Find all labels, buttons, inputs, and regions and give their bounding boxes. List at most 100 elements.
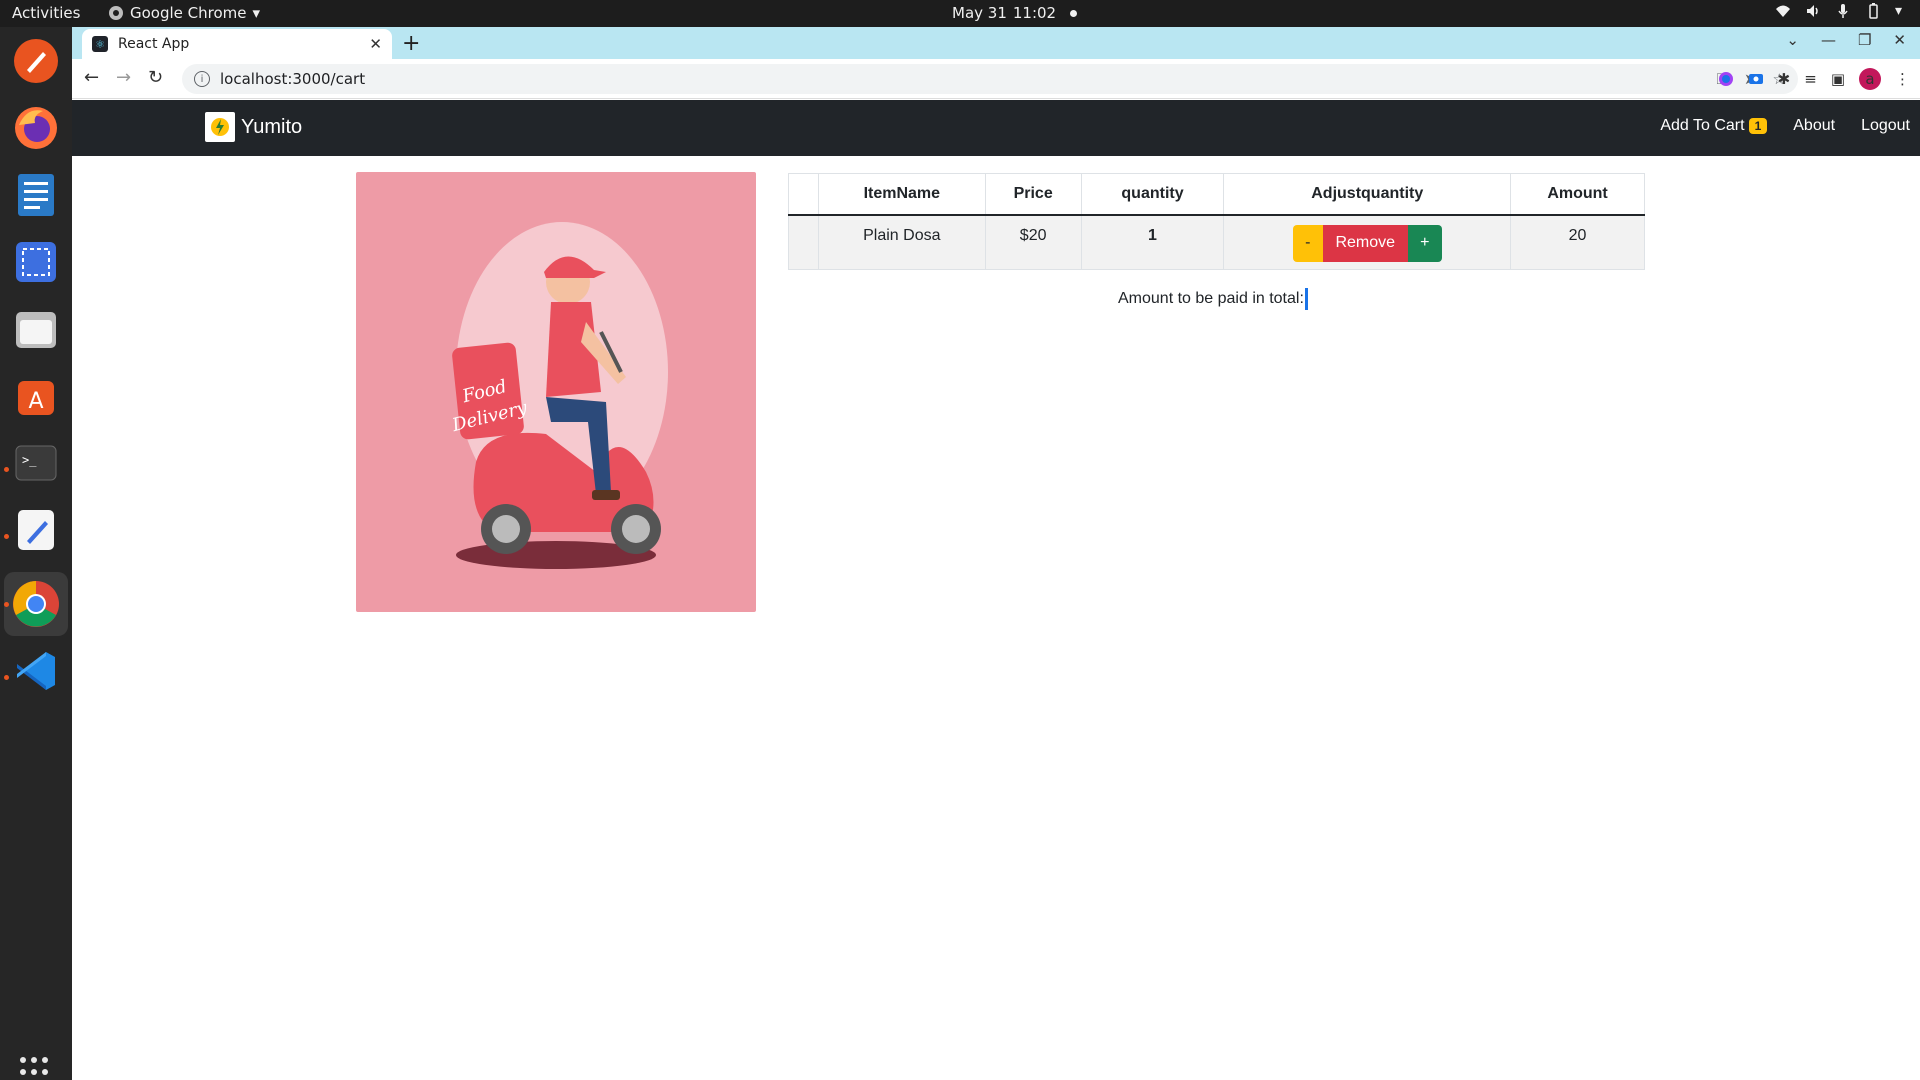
- food-delivery-illustration: Food Delivery: [356, 172, 756, 612]
- delivery-scooter-image: Food Delivery: [449, 222, 668, 569]
- url-text: localhost:3000/cart: [220, 70, 366, 88]
- cart-table: ItemName Price quantity Adjustquantity A…: [788, 173, 1645, 270]
- color-extension-icon[interactable]: [1718, 71, 1734, 87]
- column-header-price: Price: [984, 173, 1082, 216]
- svg-text:A: A: [28, 389, 43, 414]
- dock-firefox[interactable]: [10, 102, 62, 154]
- column-header-index: [788, 173, 819, 216]
- volume-icon: [1806, 5, 1818, 17]
- nav-logout[interactable]: Logout: [1861, 117, 1910, 135]
- forward-icon[interactable]: →: [116, 67, 131, 88]
- pencil-app-icon: [14, 39, 58, 83]
- tab-react-app[interactable]: ⚛ React App ✕: [82, 29, 392, 59]
- new-tab-button[interactable]: +: [402, 31, 420, 56]
- brand-link[interactable]: Yumito: [205, 112, 302, 142]
- dock-screenshot[interactable]: [10, 236, 62, 288]
- dock-text-editor[interactable]: [10, 504, 62, 556]
- terminal-running-indicator: [4, 467, 9, 472]
- close-window-icon[interactable]: ✕: [1893, 31, 1906, 49]
- cell-amount: 20: [1510, 214, 1645, 270]
- tab-title: React App: [118, 36, 190, 52]
- text-editor-icon: [18, 510, 54, 550]
- microphone-icon: [1838, 4, 1848, 18]
- column-header-itemname: ItemName: [817, 173, 986, 216]
- nav-add-to-cart[interactable]: Add To Cart 1: [1660, 117, 1768, 135]
- reload-icon[interactable]: ↻: [148, 67, 163, 88]
- writer-document-icon: [18, 174, 54, 216]
- total-amount-text: Amount to be paid in total:: [1118, 290, 1304, 308]
- extensions-area: ✱ ≡ ▣ a ⋮: [1718, 68, 1910, 90]
- chevron-down-icon: ▾: [1894, 3, 1902, 19]
- tab-search-icon[interactable]: ⌄: [1786, 31, 1799, 49]
- notification-dot-icon: [1070, 9, 1078, 17]
- window-controls: ⌄ — ❐ ✕: [1786, 31, 1906, 49]
- app-menu-label: Google Chrome: [130, 4, 247, 22]
- chrome-icon: [13, 581, 59, 627]
- dock-libreoffice-writer[interactable]: [10, 169, 62, 221]
- table-row: Plain Dosa $20 1 - Remove + 20: [788, 214, 1645, 270]
- screenshot-icon: [16, 242, 56, 282]
- react-favicon-icon: ⚛: [92, 36, 108, 52]
- cell-price: $20: [984, 214, 1082, 270]
- firefox-icon: [15, 107, 57, 149]
- address-bar[interactable]: i localhost:3000/cart ⚿ ➤ ☆: [182, 64, 1798, 94]
- dock: A >_: [0, 27, 72, 1080]
- quantity-button-group: - Remove +: [1292, 224, 1442, 262]
- cart-count-badge: 1: [1748, 118, 1768, 134]
- extensions-puzzle-icon[interactable]: ✱: [1778, 70, 1791, 88]
- os-top-bar: Activities Google Chrome ▾ May 31 11:02 …: [0, 0, 1920, 27]
- app-store-icon: A: [18, 381, 54, 415]
- dock-chrome[interactable]: [4, 572, 68, 636]
- vscode-icon: [17, 652, 55, 690]
- total-amount-line: Amount to be paid in total:: [1118, 288, 1308, 310]
- profile-avatar[interactable]: a: [1859, 68, 1881, 90]
- decrease-quantity-button[interactable]: -: [1292, 224, 1323, 262]
- cell-adjust-quantity: - Remove +: [1223, 214, 1512, 270]
- nav-add-to-cart-label: Add To Cart: [1660, 117, 1745, 134]
- chrome-toolbar: ← → ↻ i localhost:3000/cart ⚿ ➤ ☆ ✱ ≡ ▣ …: [72, 59, 1920, 99]
- yumito-logo-icon: [205, 112, 235, 142]
- column-header-adjustquantity: Adjustquantity: [1223, 173, 1512, 216]
- nav-about[interactable]: About: [1793, 117, 1835, 135]
- site-navbar: Yumito Add To Cart 1 About Logout: [72, 100, 1920, 156]
- minimize-icon[interactable]: —: [1821, 31, 1836, 49]
- back-icon[interactable]: ←: [84, 67, 99, 88]
- chevron-down-icon: ▾: [252, 4, 261, 22]
- clock[interactable]: May 31 11:02: [952, 4, 1078, 22]
- svg-text:>_: >_: [22, 453, 37, 467]
- dock-files[interactable]: [10, 303, 62, 355]
- dock-pencil-app[interactable]: [10, 35, 62, 87]
- show-applications-button[interactable]: [20, 1057, 52, 1080]
- media-queue-icon[interactable]: ≡: [1804, 70, 1817, 88]
- system-tray[interactable]: ▾: [1775, 3, 1902, 19]
- app-menu[interactable]: Google Chrome ▾: [108, 4, 260, 22]
- battery-icon: [1869, 3, 1878, 19]
- remove-item-button[interactable]: Remove: [1322, 224, 1408, 262]
- folder-icon: [16, 312, 56, 348]
- editor-running-indicator: [4, 534, 9, 539]
- increase-quantity-button[interactable]: +: [1407, 224, 1442, 262]
- dock-software-center[interactable]: A: [10, 370, 62, 422]
- web-page: Yumito Add To Cart 1 About Logout Food De…: [72, 100, 1920, 1080]
- cell-index: [788, 214, 819, 270]
- wifi-icon: [1775, 5, 1790, 17]
- dock-vscode[interactable]: [10, 645, 62, 697]
- nav-links: Add To Cart 1 About Logout: [1660, 117, 1910, 135]
- restore-icon[interactable]: ❐: [1858, 31, 1871, 49]
- brand-name: Yumito: [241, 115, 303, 138]
- side-panel-icon[interactable]: ▣: [1831, 70, 1845, 88]
- close-tab-icon[interactable]: ✕: [369, 35, 382, 53]
- dock-terminal[interactable]: >_: [10, 437, 62, 489]
- time-label: 11:02: [1012, 4, 1057, 22]
- cell-item-name: Plain Dosa: [817, 214, 986, 270]
- text-cursor: [1304, 288, 1308, 310]
- activities-button[interactable]: Activities: [12, 4, 80, 22]
- screen-capture-extension-icon[interactable]: [1748, 71, 1764, 87]
- chrome-running-indicator: [4, 602, 9, 607]
- kebab-menu-icon[interactable]: ⋮: [1895, 70, 1910, 88]
- date-label: May 31: [952, 4, 1007, 22]
- table-header-row: ItemName Price quantity Adjustquantity A…: [788, 173, 1645, 216]
- site-info-icon[interactable]: i: [194, 71, 210, 87]
- cell-quantity: 1: [1080, 214, 1225, 270]
- chrome-small-icon: [109, 6, 123, 20]
